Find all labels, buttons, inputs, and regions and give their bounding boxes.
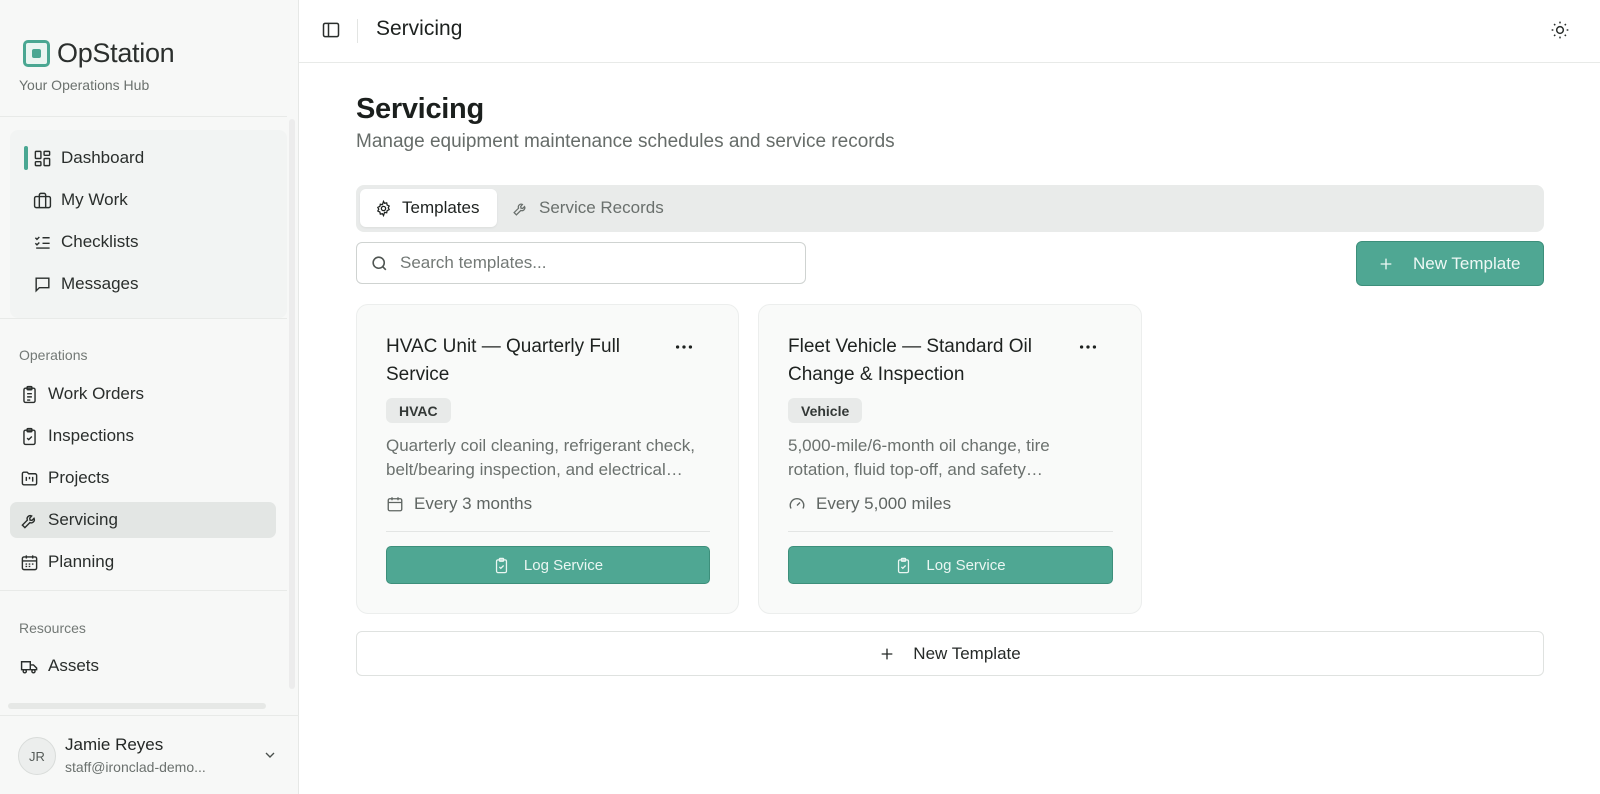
log-service-button[interactable]: Log Service xyxy=(788,546,1113,584)
gauge-icon xyxy=(788,495,806,513)
checklist-icon xyxy=(33,233,52,252)
card-description: 5,000-mile/6-month oil change, tire rota… xyxy=(788,436,1050,479)
divider xyxy=(0,116,287,117)
frequency-label: Every 5,000 miles xyxy=(816,494,952,513)
category-badge: Vehicle xyxy=(788,398,863,423)
wrench-icon xyxy=(20,511,39,530)
sidebar-scrollbar[interactable] xyxy=(289,119,295,689)
sidebar-item-label: My Work xyxy=(61,190,128,209)
sidebar-item-planning[interactable]: Planning xyxy=(20,544,114,580)
avatar: JR xyxy=(18,737,56,775)
folder-kanban-icon xyxy=(20,469,39,488)
clipboard-list-icon xyxy=(20,385,39,404)
gear-icon xyxy=(375,199,392,217)
template-card[interactable]: HVAC Unit — Quarterly Full Service HVAC … xyxy=(356,304,739,614)
more-icon[interactable] xyxy=(1077,336,1099,358)
template-card[interactable]: Fleet Vehicle — Standard Oil Change & In… xyxy=(758,304,1142,614)
message-icon xyxy=(33,275,52,294)
user-email: staff@ironclad-demo... xyxy=(65,759,206,775)
sidebar-item-messages[interactable]: Messages xyxy=(33,266,138,302)
card-title: HVAC Unit — Quarterly Full Service xyxy=(386,336,621,385)
log-service-button[interactable]: Log Service xyxy=(386,546,710,584)
card-title: Fleet Vehicle — Standard Oil Change & In… xyxy=(788,336,1032,385)
sidebar-item-label: Projects xyxy=(48,468,110,487)
brand[interactable]: OpStation xyxy=(23,38,175,69)
divider xyxy=(386,531,710,532)
sidebar-item-inspections[interactable]: Inspections xyxy=(20,418,134,454)
category-badge: HVAC xyxy=(386,398,451,423)
truck-icon xyxy=(20,657,39,676)
sidebar-item-work-orders[interactable]: Work Orders xyxy=(20,376,144,412)
tab-label: Templates xyxy=(402,198,480,217)
sidebar-item-label: Checklists xyxy=(61,232,139,251)
topbar-title: Servicing xyxy=(376,17,463,40)
user-name: Jamie Reyes xyxy=(65,735,164,754)
wrench-icon xyxy=(512,200,529,217)
search-input[interactable] xyxy=(400,253,790,273)
tab-bar: Templates Service Records xyxy=(356,185,1544,232)
sidebar-item-label: Inspections xyxy=(48,426,134,445)
sidebar-item-label: Dashboard xyxy=(61,148,145,167)
sidebar-item-checklists[interactable]: Checklists xyxy=(33,224,138,260)
brand-name: OpStation xyxy=(57,38,175,68)
sidebar-item-label: Assets xyxy=(48,656,100,675)
chevron-down-icon[interactable] xyxy=(262,747,278,763)
briefcase-icon xyxy=(33,191,52,210)
calendar-icon xyxy=(20,553,39,572)
button-label: New Template xyxy=(913,643,1021,663)
button-label: Log Service xyxy=(926,556,1006,574)
card-frequency: Every 3 months xyxy=(386,494,532,514)
section-label-operations: Operations xyxy=(19,347,88,363)
new-template-row-button[interactable]: New Template xyxy=(356,631,1544,676)
sidebar-item-my-work[interactable]: My Work xyxy=(33,182,128,218)
horizontal-scrollbar[interactable] xyxy=(8,703,266,709)
card-description: Quarterly coil cleaning, refrigerant che… xyxy=(386,436,695,479)
user-profile[interactable]: JR Jamie Reyes staff@ironclad-demo... xyxy=(0,715,299,794)
search-box[interactable] xyxy=(356,242,806,284)
clipboard-check-icon xyxy=(895,557,912,574)
divider xyxy=(788,531,1113,532)
tab-label: Service Records xyxy=(539,198,664,217)
sidebar-item-label: Messages xyxy=(61,274,139,293)
plus-icon xyxy=(879,646,895,662)
clipboard-check-icon xyxy=(20,427,39,446)
sidebar-item-servicing[interactable]: Servicing xyxy=(10,502,276,538)
card-frequency: Every 5,000 miles xyxy=(788,494,951,514)
divider xyxy=(357,19,358,43)
page-title: Servicing xyxy=(356,93,484,125)
button-label: Log Service xyxy=(523,556,604,574)
new-template-button[interactable]: New Template xyxy=(1356,241,1544,286)
sidebar-item-dashboard[interactable]: Dashboard xyxy=(33,140,144,176)
frequency-label: Every 3 months xyxy=(414,494,533,513)
brand-tagline: Your Operations Hub xyxy=(19,77,150,93)
sun-icon[interactable] xyxy=(1550,20,1570,40)
dashboard-icon xyxy=(33,149,52,168)
divider xyxy=(0,590,287,591)
section-label-resources: Resources xyxy=(19,620,86,636)
tab-templates[interactable]: Templates xyxy=(360,189,497,227)
plus-icon xyxy=(1378,256,1394,272)
more-icon[interactable] xyxy=(673,336,695,358)
button-label: New Template xyxy=(1413,253,1521,273)
topbar: Servicing xyxy=(299,0,1600,63)
sidebar-item-label: Planning xyxy=(48,552,115,571)
brand-logo-icon xyxy=(23,40,50,67)
tab-service-records[interactable]: Service Records xyxy=(512,189,664,227)
active-indicator xyxy=(24,146,28,170)
sidebar-item-projects[interactable]: Projects xyxy=(20,460,109,496)
clipboard-check-icon xyxy=(493,557,510,574)
sidebar: OpStation Your Operations Hub Dashboard … xyxy=(0,0,299,794)
page-subtitle: Manage equipment maintenance schedules a… xyxy=(356,131,895,152)
divider xyxy=(0,318,287,319)
calendar-icon xyxy=(386,495,404,513)
sidebar-item-label: Work Orders xyxy=(48,384,145,403)
sidebar-item-label: Servicing xyxy=(48,510,118,529)
sidebar-item-assets[interactable]: Assets xyxy=(20,648,99,684)
search-icon xyxy=(370,254,389,273)
sidebar-toggle-icon[interactable] xyxy=(321,20,341,40)
